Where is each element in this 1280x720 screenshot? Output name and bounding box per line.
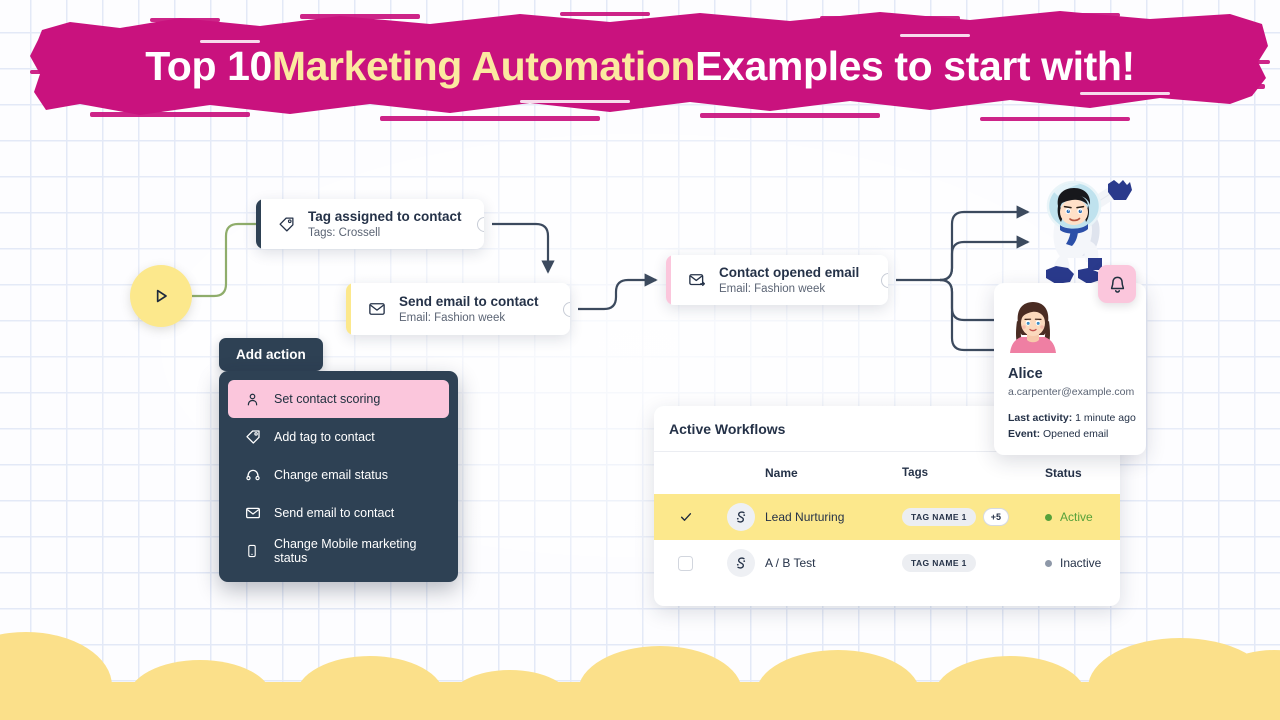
contact-last-activity: Last activity: 1 minute ago [1008, 412, 1146, 424]
status-label: Active [1060, 510, 1093, 524]
row-name: A / B Test [765, 556, 816, 570]
menu-item-add-tag-to-contact[interactable]: Add tag to contact [228, 418, 449, 456]
row-checkbox-checked[interactable] [654, 510, 717, 524]
notification-bell-badge[interactable] [1098, 265, 1136, 303]
menu-item-label: Send email to contact [274, 506, 395, 520]
banner: Top 10 Marketing Automation Examples to … [0, 0, 1280, 132]
envelope-icon [368, 300, 386, 318]
status-dot [1045, 513, 1052, 521]
menu-item-change-email-status[interactable]: Change email status [228, 456, 449, 494]
play-icon [156, 289, 167, 303]
headset-icon [245, 467, 263, 483]
column-header-tags: Tags [902, 467, 928, 479]
check-icon [680, 513, 691, 521]
banner-title: Top 10 Marketing Automation Examples to … [0, 0, 1280, 132]
status-label: Inactive [1060, 556, 1102, 570]
flow-node-contact-opened-email[interactable]: Contact opened email Email: Fashion week [666, 255, 888, 305]
column-header-name: Name [765, 466, 798, 480]
tag-badge: TAG NAME 1 [902, 554, 976, 572]
row-name: Lead Nurturing [765, 510, 845, 524]
row-tags: TAG NAME 1 +5 [902, 508, 1045, 526]
contact-card: Alice a.carpenter@example.com Last activ… [994, 283, 1146, 455]
column-header-status: Status [1045, 466, 1082, 480]
event-value: Opened email [1040, 428, 1109, 440]
add-action-menu[interactable]: Set contact scoring Add tag to contact C… [219, 371, 458, 582]
node-output-port[interactable] [881, 272, 888, 288]
envelope-open-icon [688, 271, 706, 289]
add-action-button[interactable]: Add action [219, 338, 323, 371]
node-output-port[interactable] [563, 301, 570, 317]
envelope-icon [245, 505, 263, 521]
tag-badge: TAG NAME 1 [902, 508, 976, 526]
menu-item-label: Add tag to contact [274, 430, 375, 444]
node-subtitle: Email: Fashion week [719, 283, 826, 296]
tag-icon [245, 429, 263, 445]
flow-node-tag-assigned[interactable]: Tag assigned to contact Tags: Crossell [256, 199, 484, 249]
row-checkbox-unchecked[interactable] [654, 555, 717, 571]
node-subtitle: Tags: Crossell [308, 227, 381, 240]
workflow-icon [736, 511, 746, 523]
bell-icon [1110, 276, 1124, 293]
node-title: Tag assigned to contact [308, 208, 462, 224]
row-status: Active [1045, 510, 1120, 524]
workflow-icon [736, 557, 746, 569]
last-activity-label: Last activity: [1008, 412, 1073, 424]
menu-item-label: Set contact scoring [274, 392, 381, 406]
last-activity-value: 1 minute ago [1072, 412, 1136, 424]
table-header-row: Name Tags Status [654, 452, 1120, 494]
row-tags: TAG NAME 1 [902, 554, 1045, 572]
workflow-trigger-button[interactable] [130, 265, 192, 327]
table-row[interactable]: A / B Test TAG NAME 1 Inactive [654, 540, 1120, 586]
node-accent-bar [666, 255, 671, 305]
node-output-port[interactable] [477, 216, 484, 232]
menu-item-send-email-to-contact[interactable]: Send email to contact [228, 494, 449, 532]
contact-email: a.carpenter@example.com [1008, 386, 1135, 398]
contact-name: Alice [1008, 366, 1043, 382]
node-accent-bar [256, 199, 261, 249]
tag-icon [278, 216, 295, 233]
row-icon [717, 503, 765, 531]
contact-event: Event: Opened email [1008, 428, 1146, 440]
menu-item-set-contact-scoring[interactable]: Set contact scoring [228, 380, 449, 418]
node-title: Send email to contact [399, 293, 539, 309]
status-dot [1045, 559, 1052, 567]
menu-item-label: Change Mobile marketing status [274, 537, 417, 565]
node-title: Contact opened email [719, 264, 860, 280]
menu-item-change-mobile-marketing-status[interactable]: Change Mobile marketing status [228, 532, 449, 570]
mobile-icon [245, 544, 263, 558]
cloud-decoration [0, 632, 1280, 720]
banner-title-part1: Top 10 [145, 42, 272, 89]
node-subtitle: Email: Fashion week [399, 312, 506, 325]
person-icon [245, 392, 263, 407]
node-accent-bar [346, 283, 351, 335]
table-row[interactable]: Lead Nurturing TAG NAME 1 +5 Active [654, 494, 1120, 540]
banner-title-highlight: Marketing Automation [271, 42, 696, 89]
tag-overflow-badge[interactable]: +5 [982, 508, 1010, 526]
woman-avatar [1010, 302, 1056, 353]
row-icon [717, 549, 765, 577]
event-label: Event: [1008, 428, 1041, 440]
flow-node-send-email[interactable]: Send email to contact Email: Fashion wee… [346, 283, 570, 335]
row-status: Inactive [1045, 556, 1120, 570]
menu-item-label: Change email status [274, 468, 388, 482]
banner-title-part2: Examples to start with! [695, 42, 1135, 89]
